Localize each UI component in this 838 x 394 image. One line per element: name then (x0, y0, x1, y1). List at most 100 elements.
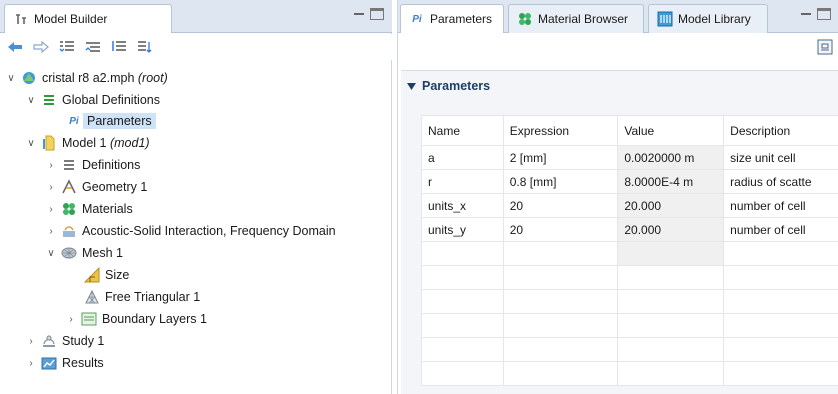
tree-item-model-1[interactable]: ∨ Model 1 (mod1) (26, 133, 150, 153)
chevron-right-icon[interactable]: › (26, 358, 36, 369)
column-header-expression[interactable]: Expression (502, 115, 619, 146)
minimize-icon[interactable] (352, 8, 366, 20)
column-header-value[interactable]: Value (617, 115, 725, 146)
table-row-empty[interactable] (421, 337, 838, 362)
chevron-right-icon[interactable]: › (46, 160, 56, 171)
cell-description[interactable]: radius of scatte (723, 169, 838, 194)
tree-item-acoustic-solid[interactable]: › Acoustic-Solid Interaction, Frequency … (46, 221, 335, 241)
chevron-right-icon[interactable]: › (46, 226, 56, 237)
back-arrow-icon[interactable] (6, 39, 24, 55)
tree-item-boundary-layers-1[interactable]: › Boundary Layers 1 (66, 309, 207, 329)
table-row[interactable]: units_x 20 20.000 number of cell (421, 193, 838, 218)
parameters-section: Parameters Name Expression Value Descrip… (401, 70, 838, 394)
maximize-icon[interactable] (817, 8, 831, 20)
chevron-down-icon[interactable]: ∨ (6, 73, 16, 84)
table-row[interactable]: units_y 20 20.000 number of cell (421, 217, 838, 242)
tree-item-results[interactable]: › Results (26, 353, 104, 373)
chevron-right-icon[interactable]: › (26, 336, 36, 347)
results-icon (41, 355, 57, 371)
tab-label: Material Browser (538, 12, 629, 26)
table-row[interactable]: r 0.8 [mm] 8.0000E-4 m radius of scatte (421, 169, 838, 194)
tree-item-study-1[interactable]: › Study 1 (26, 331, 104, 351)
tree-item-global-definitions[interactable]: ∨ Global Definitions (26, 90, 160, 110)
cell-name[interactable]: units_y (421, 217, 504, 242)
tab-label: Model Builder (34, 12, 108, 26)
forward-arrow-icon[interactable] (32, 39, 50, 55)
cell-expression[interactable]: 20 (502, 193, 619, 218)
cell-expression[interactable]: 2 [mm] (502, 145, 619, 170)
cell-value: 8.0000E-4 m (617, 169, 725, 194)
tree-item-geometry-1[interactable]: › Geometry 1 (46, 177, 147, 197)
cell-expression[interactable]: 0.8 [mm] (502, 169, 619, 194)
show-list-icon[interactable] (58, 39, 76, 55)
tree-item-materials[interactable]: › Materials (46, 199, 132, 219)
cell-value: 20.000 (617, 217, 725, 242)
chevron-down-icon[interactable]: ∨ (26, 138, 36, 149)
chevron-right-icon[interactable]: › (46, 182, 56, 193)
mph-file-icon (21, 70, 37, 86)
table-row-empty[interactable] (421, 265, 838, 290)
tree-item-label: Study 1 (62, 334, 105, 348)
tree-item-label: Size (105, 268, 130, 282)
mesh-icon (61, 245, 77, 261)
tree-item-label: Results (62, 356, 104, 370)
tree-item-label: cristal r8 a2.mph (root) (42, 71, 168, 85)
chevron-down-icon[interactable]: ∨ (26, 95, 36, 106)
tree-item-label: Model 1 (mod1) (62, 136, 150, 150)
column-header-description[interactable]: Description (723, 115, 838, 146)
model-builder-pane: Model Builder ∨ cristal r8 a2.mph (root)… (0, 0, 392, 394)
boundary-layers-icon (81, 311, 97, 327)
sort-tree-icon[interactable] (136, 39, 154, 55)
tab-material-browser[interactable]: Material Browser (508, 4, 644, 33)
cell-description[interactable]: number of cell (723, 217, 838, 242)
column-header-name[interactable]: Name (421, 115, 504, 146)
parameters-icon: Pi (412, 13, 422, 25)
tree-item-label: Geometry 1 (82, 180, 148, 194)
settings-tabbar: Pi Parameters Material Browser Model Lib… (398, 0, 838, 33)
tree-item-size[interactable]: Size (84, 265, 129, 285)
expand-tree-icon[interactable] (110, 39, 128, 55)
tree-item-root[interactable]: ∨ cristal r8 a2.mph (root) (6, 68, 168, 88)
section-header[interactable]: Parameters (407, 79, 490, 93)
maximize-icon[interactable] (370, 8, 384, 20)
chevron-down-icon[interactable]: ∨ (46, 248, 56, 259)
tab-model-library[interactable]: Model Library (648, 4, 768, 33)
tree-item-label: Global Definitions (62, 93, 160, 107)
cell-description[interactable]: size unit cell (723, 145, 838, 170)
tree-item-free-triangular-1[interactable]: Free Triangular 1 (84, 287, 200, 307)
table-row[interactable]: a 2 [mm] 0.0020000 m size unit cell (421, 145, 838, 170)
table-row-empty[interactable] (421, 313, 838, 338)
table-row-empty[interactable] (421, 241, 838, 266)
help-icon[interactable] (817, 39, 833, 58)
cell-name[interactable]: a (421, 145, 504, 170)
table-row-empty[interactable] (421, 289, 838, 314)
tree-item-parameters[interactable]: Pi Parameters (66, 111, 156, 131)
model-builder-toolbar (0, 34, 392, 60)
parameters-table: Name Expression Value Description a 2 [m… (421, 115, 838, 386)
model-builder-tabbar: Model Builder (0, 0, 392, 33)
tab-parameters[interactable]: Pi Parameters (400, 4, 504, 33)
table-row-empty[interactable] (421, 361, 838, 386)
cell-description[interactable]: number of cell (723, 193, 838, 218)
section-title: Parameters (422, 79, 491, 93)
tree-item-definitions[interactable]: › Definitions (46, 155, 140, 175)
minimize-icon[interactable] (799, 8, 813, 20)
settings-pane: Pi Parameters Material Browser Model Lib… (397, 0, 838, 394)
geometry-icon (61, 179, 77, 195)
tree-item-label: Parameters (83, 113, 156, 129)
cell-expression[interactable]: 20 (502, 217, 619, 242)
chevron-right-icon[interactable]: › (46, 204, 56, 215)
cell-name[interactable]: units_x (421, 193, 504, 218)
model-icon (41, 135, 57, 151)
collapse-list-icon[interactable] (84, 39, 102, 55)
tab-model-builder[interactable]: Model Builder (4, 4, 172, 33)
tree-item-mesh-1[interactable]: ∨ Mesh 1 (46, 243, 123, 263)
chevron-right-icon[interactable]: › (66, 314, 76, 325)
cell-value: 20.000 (617, 193, 725, 218)
materials-icon (61, 201, 77, 217)
cell-name[interactable]: r (421, 169, 504, 194)
chevron-down-icon[interactable] (407, 79, 416, 93)
table-header-row: Name Expression Value Description (421, 115, 838, 146)
cell-value: 0.0020000 m (617, 145, 725, 170)
material-browser-icon (517, 11, 533, 27)
